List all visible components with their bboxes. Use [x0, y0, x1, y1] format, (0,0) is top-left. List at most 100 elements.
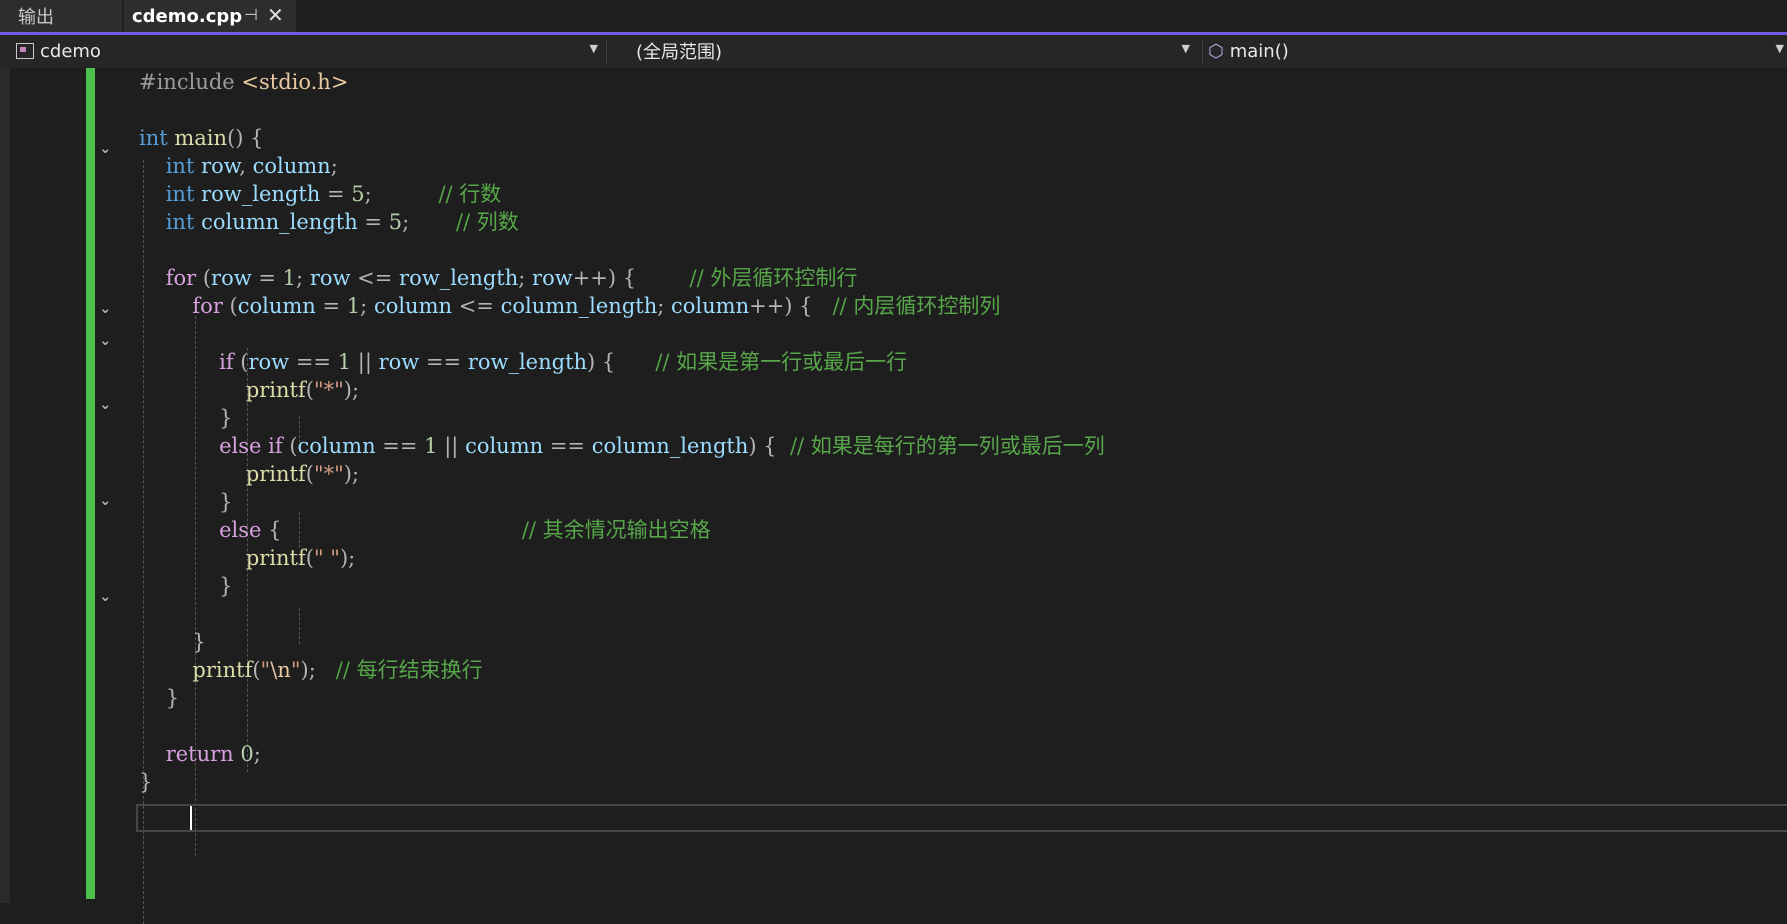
indent-guide [299, 608, 300, 644]
variable: column [252, 154, 331, 178]
code-editor[interactable]: ⌄ ⌄ ⌄ ⌄ ⌄ ⌄ #include <stdio.h> int main(… [0, 68, 1787, 924]
comment: // 如果是每行的第一列或最后一列 [789, 434, 1105, 458]
number: 1 [337, 350, 352, 374]
keyword: int [165, 154, 195, 178]
navigation-bar: cdemo ▼ (全局范围) ▼ ⬡ main() ▼ [0, 35, 1787, 69]
string-literal: "*" [313, 462, 344, 486]
code-line: #include <stdio.h> [139, 68, 348, 96]
fold-chevron-icon[interactable]: ⌄ [99, 138, 119, 158]
member-name: main() [1229, 40, 1289, 62]
variable: row_length [467, 350, 588, 374]
code-line: int main() { [139, 126, 264, 150]
variable: row [532, 266, 573, 290]
project-dropdown[interactable]: cdemo ▼ [16, 38, 598, 64]
function-name: printf [245, 462, 306, 486]
number: 5 [388, 210, 403, 234]
scope-name: (全局范围) [636, 42, 723, 63]
tab-cdemo-cpp[interactable]: cdemo.cpp ⊣ ✕ [124, 0, 296, 32]
text-cursor [190, 806, 192, 830]
fold-chevron-icon[interactable]: ⌄ [99, 586, 119, 606]
project-name: cdemo [40, 40, 101, 62]
code-line: else if (column == 1 || column == column… [219, 434, 1105, 458]
code-line: printf(" "); [245, 546, 356, 570]
current-line-highlight [136, 804, 1787, 832]
code-line: printf("*"); [245, 378, 360, 402]
function-name: printf [245, 378, 306, 402]
fold-chevron-icon[interactable]: ⌄ [99, 394, 119, 414]
keyword: int [165, 210, 195, 234]
preprocessor-directive: #include [139, 70, 242, 94]
keyword: int [165, 182, 195, 206]
code-line: else { // 其余情况输出空格 [219, 518, 711, 542]
variable: column_length [201, 210, 358, 234]
keyword: for [165, 266, 197, 290]
code-line: } [139, 574, 233, 598]
chevron-down-icon: ▼ [1775, 42, 1784, 55]
variable: row [201, 154, 240, 178]
code-line: return 0; [165, 742, 261, 766]
variable: row [378, 350, 420, 374]
keyword: int [139, 126, 168, 150]
code-line: for (row = 1; row <= row_length; row++) … [165, 266, 858, 290]
number: 1 [424, 434, 438, 458]
fold-chevron-icon[interactable]: ⌄ [99, 490, 119, 510]
escape-sequence: \n [270, 658, 291, 682]
code-line: int row_length = 5; // 行数 [165, 182, 502, 206]
change-tracking-bar [86, 68, 95, 899]
number: 1 [282, 266, 297, 290]
scope-dropdown[interactable]: (全局范围) ▼ [630, 38, 1190, 64]
function-name: printf [245, 546, 306, 570]
keyword: else [219, 434, 262, 458]
variable: column [465, 434, 544, 458]
function-name: printf [192, 658, 253, 682]
string-literal: "*" [313, 378, 344, 402]
keyword: else [219, 518, 262, 542]
member-dropdown[interactable]: ⬡ main() ▼ [1208, 38, 1784, 64]
line-number-gutter [10, 68, 45, 903]
variable: row_length [201, 182, 321, 206]
code-line: } [139, 490, 233, 514]
variable: row [211, 266, 252, 290]
comment: // 外层循环控制行 [689, 266, 858, 290]
pin-icon[interactable]: ⊣ [244, 5, 258, 24]
fold-chevron-icon[interactable]: ⌄ [99, 330, 119, 350]
string-literal: " [260, 658, 271, 682]
comment: // 行数 [438, 182, 502, 206]
comment: // 每行结束换行 [335, 658, 483, 682]
comment: // 列数 [455, 210, 519, 234]
comment: // 其余情况输出空格 [521, 518, 711, 542]
number: 1 [346, 294, 361, 318]
number: 5 [351, 182, 365, 206]
code-line: int row, column; [165, 154, 338, 178]
variable: column [671, 294, 750, 318]
keyword: if [219, 350, 234, 374]
code-line: if (row == 1 || row == row_length) { // … [219, 350, 908, 374]
include-header: <stdio.h> [241, 70, 349, 94]
comment: // 如果是第一行或最后一行 [655, 350, 908, 374]
tab-strip: 输出 cdemo.cpp ⊣ ✕ [0, 0, 1787, 32]
navbar-divider [1202, 40, 1203, 64]
number: 0 [240, 742, 254, 766]
tab-output-label: 输出 [18, 7, 54, 28]
code-line: } [139, 630, 206, 654]
variable: row [309, 266, 351, 290]
variable: row [248, 350, 290, 374]
fold-chevron-icon[interactable]: ⌄ [99, 298, 119, 318]
tab-file-label: cdemo.cpp [132, 5, 243, 27]
close-icon[interactable]: ✕ [267, 3, 284, 27]
chevron-down-icon: ▼ [589, 42, 598, 55]
string-literal: " [290, 658, 301, 682]
code-line: } [139, 406, 233, 430]
comment: // 内层循环控制列 [832, 294, 1001, 318]
variable: column [237, 294, 316, 318]
keyword: for [192, 294, 223, 318]
chevron-down-icon: ▼ [1181, 42, 1190, 55]
function-name: main [174, 126, 228, 150]
code-line: } [139, 770, 153, 794]
code-line: printf("\n"); // 每行结束换行 [192, 658, 483, 682]
tab-output[interactable]: 输出 [0, 0, 122, 32]
variable: row_length [399, 266, 519, 290]
keyword: return [165, 742, 234, 766]
code-line: } [139, 686, 180, 710]
variable: column_length [500, 294, 658, 318]
